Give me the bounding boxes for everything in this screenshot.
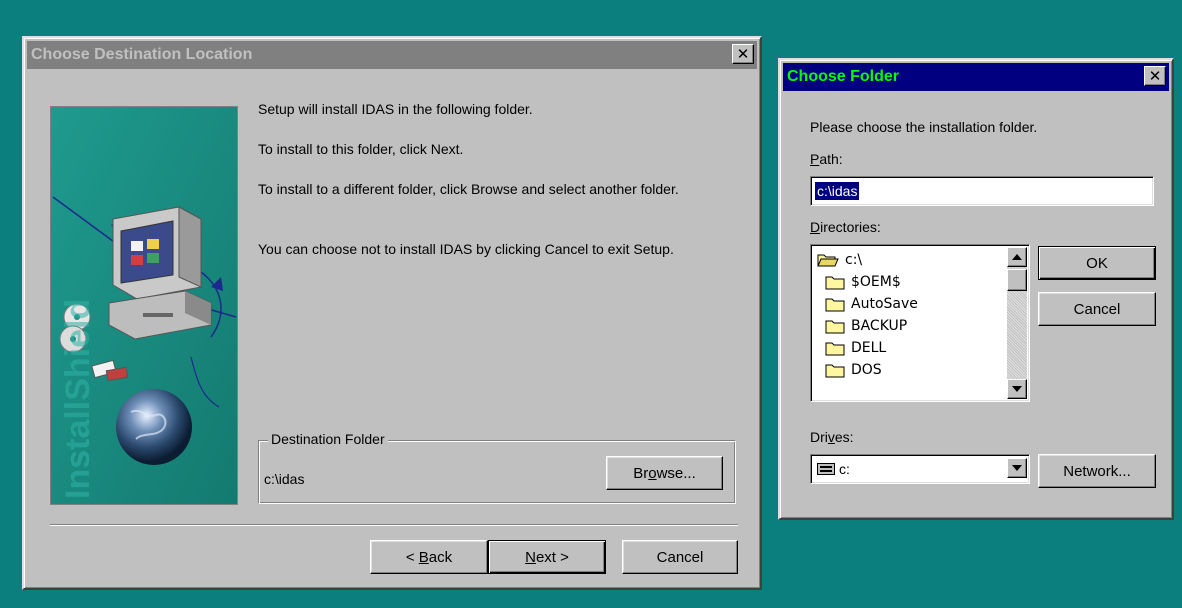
choose-folder-close-button[interactable]: ✕ [1144, 66, 1166, 86]
close-icon: ✕ [736, 45, 750, 63]
path-label: Path: [810, 151, 843, 167]
destination-close-button[interactable]: ✕ [732, 44, 754, 64]
drives-dropdown-button[interactable] [1007, 458, 1027, 478]
drives-label: Drives: [810, 429, 854, 445]
choose-folder-title-bar[interactable]: Choose Folder ✕ [783, 63, 1169, 91]
back-button[interactable]: < Back [370, 540, 488, 574]
directory-item-label: DOS [851, 362, 882, 378]
directory-item[interactable]: $OEM$ [825, 271, 901, 293]
directory-item-label: c:\ [845, 252, 863, 268]
next-button[interactable]: Next > [488, 540, 606, 574]
browse-button[interactable]: Browse... [606, 456, 723, 490]
cancel-button[interactable]: Cancel [622, 540, 738, 574]
banner-logo-text: InstallShield [59, 299, 97, 499]
folder-cancel-button-label: Cancel [1073, 300, 1121, 318]
chevron-down-icon [1012, 465, 1022, 471]
folder-icon [825, 298, 845, 312]
installshield-banner: InstallShield [50, 106, 238, 505]
choose-folder-instructions: Please choose the installation folder. [810, 119, 1038, 135]
footer-separator [50, 524, 738, 526]
folder-icon [825, 364, 845, 378]
drives-select[interactable]: c: [810, 454, 1030, 484]
path-input-value: c:\idas [815, 182, 860, 200]
browse-button-label: Browse... [633, 464, 696, 482]
directories-label: Directories: [810, 219, 881, 235]
folder-icon [825, 276, 845, 290]
choose-folder-dialog: Choose Folder ✕ Please choose the instal… [778, 58, 1174, 520]
directory-item-label: DELL [851, 340, 887, 356]
scroll-thumb[interactable] [1007, 269, 1027, 291]
network-button[interactable]: Network... [1038, 454, 1156, 488]
browse-instruction-text: To install to a different folder, click … [258, 181, 679, 197]
banner-artwork: InstallShield [51, 107, 237, 504]
next-button-label: Next > [525, 548, 569, 566]
directories-scrollbar[interactable] [1007, 247, 1027, 399]
close-icon: ✕ [1148, 67, 1162, 85]
next-instruction-text: To install to this folder, click Next. [258, 141, 464, 157]
open-folder-icon [817, 254, 839, 267]
directory-item[interactable]: AutoSave [825, 293, 918, 315]
directory-item[interactable]: BACKUP [825, 315, 907, 337]
folder-icon [825, 342, 845, 356]
choose-folder-title: Choose Folder [787, 68, 900, 85]
ok-button[interactable]: OK [1038, 246, 1156, 280]
directory-item[interactable]: DOS [825, 359, 882, 381]
intro-text: Setup will install IDAS in the following… [258, 101, 533, 117]
arrow-up-icon [1012, 254, 1022, 260]
scroll-down-button[interactable] [1007, 379, 1027, 399]
directory-item-label: $OEM$ [851, 274, 901, 290]
scroll-up-button[interactable] [1007, 247, 1027, 267]
cancel-instruction-text: You can choose not to install IDAS by cl… [258, 241, 674, 257]
destination-dialog: Choose Destination Location ✕ InstallShi… [22, 36, 762, 590]
drives-select-value: c: [839, 461, 850, 477]
destination-folder-group-label: Destination Folder [268, 431, 388, 447]
directories-list[interactable]: c:\ $OEM$ AutoSave BACKUP DELL DOS [810, 244, 1030, 402]
network-button-label: Network... [1063, 462, 1131, 480]
folder-cancel-button[interactable]: Cancel [1038, 292, 1156, 326]
directory-item[interactable]: c:\ [817, 249, 862, 271]
arrow-down-icon [1012, 386, 1022, 392]
directory-item-label: AutoSave [851, 296, 918, 312]
hard-drive-icon [817, 463, 835, 475]
directory-item[interactable]: DELL [825, 337, 886, 359]
cancel-button-label: Cancel [656, 548, 704, 566]
destination-folder-path: c:\idas [264, 471, 305, 487]
directory-item-label: BACKUP [851, 318, 908, 334]
ok-button-label: OK [1086, 254, 1108, 272]
destination-title-bar[interactable]: Choose Destination Location ✕ [27, 41, 757, 69]
folder-icon [825, 320, 845, 334]
destination-title: Choose Destination Location [31, 46, 253, 63]
back-button-label: < Back [405, 548, 453, 566]
path-input[interactable]: c:\idas [810, 176, 1154, 206]
